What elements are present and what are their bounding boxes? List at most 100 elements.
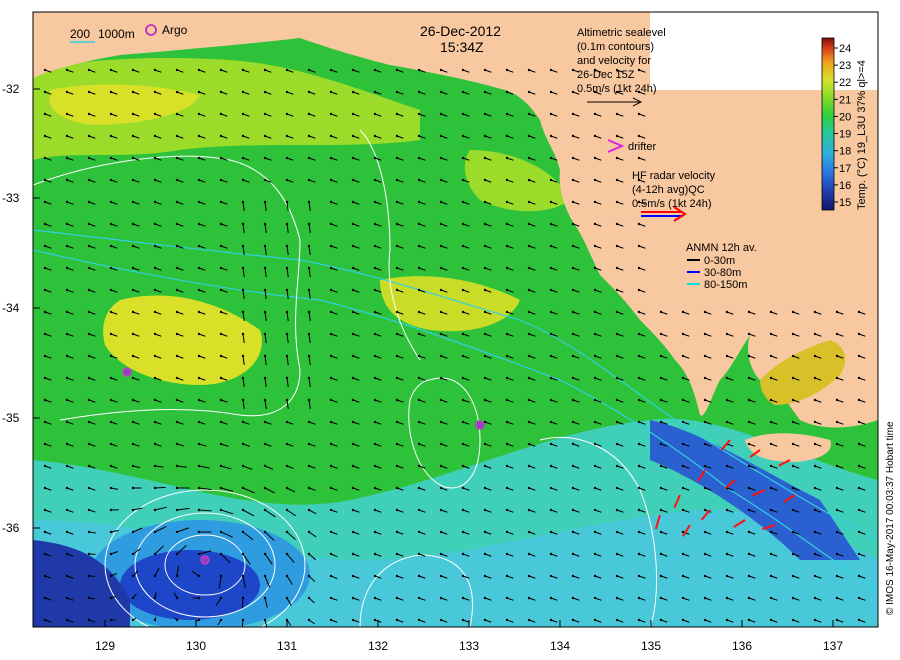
velocity-arrow-tail	[483, 134, 487, 138]
velocity-arrow-tail	[197, 68, 201, 72]
velocity-arrow-tail	[65, 530, 69, 534]
velocity-arrow-tail	[219, 222, 223, 226]
map-area	[33, 12, 878, 627]
velocity-arrow-tail	[307, 574, 311, 578]
velocity-arrow-tail	[285, 222, 289, 226]
velocity-arrow-tail	[417, 508, 421, 512]
velocity-arrow-tail	[219, 200, 223, 204]
velocity-arrow-tail	[703, 618, 707, 622]
velocity-arrow-tail	[219, 442, 223, 446]
argo-float[interactable]	[122, 367, 132, 377]
velocity-arrow-tail	[153, 200, 157, 204]
velocity-arrow-tail	[131, 442, 135, 446]
velocity-arrow-tail	[505, 134, 509, 138]
velocity-arrow-tail	[593, 112, 597, 116]
velocity-arrow-tail	[65, 552, 69, 556]
velocity-arrow-tail	[615, 200, 619, 204]
velocity-arrow-tail	[109, 332, 113, 336]
velocity-arrow-tail	[593, 156, 597, 160]
velocity-arrow-tail	[373, 618, 377, 622]
velocity-arrow-tail	[241, 486, 245, 490]
velocity-arrow-tail	[439, 90, 443, 94]
velocity-arrow-tail	[329, 222, 333, 226]
velocity-arrow-tail	[527, 398, 531, 402]
velocity-arrow-tail	[219, 486, 223, 490]
velocity-arrow-tail	[307, 90, 311, 94]
velocity-arrow-tail	[417, 574, 421, 578]
velocity-arrow-tail	[329, 486, 333, 490]
velocity-arrow-tail	[417, 310, 421, 314]
velocity-arrow-tail	[351, 134, 355, 138]
velocity-arrow-tail	[703, 574, 707, 578]
velocity-arrow-tail	[527, 552, 531, 556]
argo-float[interactable]	[200, 555, 210, 565]
velocity-arrow-tail	[285, 310, 289, 314]
lon-tick-label: 136	[732, 639, 752, 653]
lon-tick-label: 135	[641, 639, 661, 653]
argo-float[interactable]	[475, 420, 485, 430]
velocity-arrow-tail	[593, 266, 597, 270]
velocity-arrow-tail	[571, 596, 575, 600]
velocity-arrow-tail	[417, 486, 421, 490]
velocity-arrow-tail	[109, 288, 113, 292]
velocity-arrow-tail	[593, 376, 597, 380]
velocity-arrow-tail	[703, 332, 707, 336]
velocity-arrow-tail	[461, 156, 465, 160]
velocity-arrow-tail	[483, 244, 487, 248]
velocity-arrow-tail	[87, 486, 91, 490]
velocity-arrow-tail	[725, 354, 729, 358]
velocity-arrow-tail	[791, 420, 795, 424]
velocity-arrow-tail	[791, 552, 795, 556]
velocity-arrow-tail	[351, 112, 355, 116]
velocity-arrow-tail	[395, 156, 399, 160]
velocity-arrow-tail	[241, 222, 245, 226]
velocity-arrow-tail	[615, 464, 619, 468]
velocity-arrow-tail	[87, 508, 91, 512]
velocity-arrow-tail	[439, 200, 443, 204]
velocity-arrow-tail	[43, 222, 47, 226]
velocity-arrow-tail	[505, 464, 509, 468]
velocity-arrow-tail	[637, 332, 641, 336]
velocity-arrow-tail	[219, 178, 223, 182]
velocity-arrow-tail	[219, 332, 223, 336]
velocity-arrow-tail	[461, 464, 465, 468]
velocity-arrow-tail	[219, 530, 223, 534]
velocity-arrow-tail	[417, 332, 421, 336]
velocity-arrow-tail	[769, 376, 773, 380]
velocity-arrow-tail	[681, 398, 685, 402]
velocity-arrow-tail	[109, 156, 113, 160]
velocity-arrow-tail	[197, 464, 201, 468]
velocity-arrow-tail	[813, 486, 817, 490]
velocity-arrow-tail	[857, 332, 861, 336]
velocity-arrow-tail	[637, 244, 641, 248]
velocity-arrow-tail	[593, 398, 597, 402]
velocity-arrow-tail	[307, 332, 311, 336]
velocity-arrow-tail	[373, 178, 377, 182]
velocity-arrow-tail	[835, 618, 839, 622]
velocity-arrow-tail	[175, 332, 179, 336]
velocity-arrow-tail	[197, 222, 201, 226]
velocity-arrow-tail	[109, 112, 113, 116]
velocity-arrow-tail	[109, 68, 113, 72]
velocity-arrow-tail	[857, 464, 861, 468]
velocity-arrow-tail	[65, 178, 69, 182]
velocity-arrow-tail	[263, 68, 267, 72]
velocity-arrow-tail	[439, 442, 443, 446]
velocity-arrow-tail	[593, 442, 597, 446]
velocity-arrow-tail	[615, 420, 619, 424]
velocity-arrow-tail	[175, 200, 179, 204]
velocity-arrow-tail	[241, 134, 245, 138]
velocity-arrow-tail	[197, 156, 201, 160]
velocity-arrow-tail	[659, 354, 663, 358]
velocity-arrow-tail	[285, 68, 289, 72]
velocity-arrow-tail	[263, 112, 267, 116]
velocity-arrow-tail	[175, 618, 179, 622]
velocity-arrow-tail	[791, 310, 795, 314]
velocity-arrow-tail	[87, 574, 91, 578]
velocity-arrow-tail	[87, 530, 91, 534]
lat-tick-label: -33	[2, 191, 20, 205]
velocity-arrow-tail	[153, 398, 157, 402]
velocity-arrow-tail	[329, 420, 333, 424]
velocity-arrow-tail	[65, 156, 69, 160]
velocity-arrow-tail	[263, 442, 267, 446]
